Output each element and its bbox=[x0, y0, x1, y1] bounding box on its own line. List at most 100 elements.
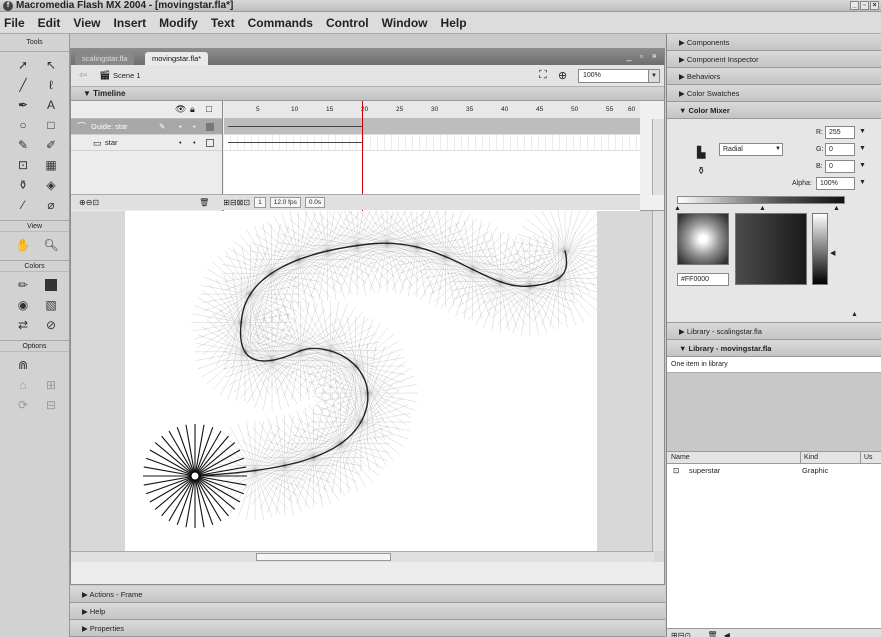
stage-hscroll[interactable] bbox=[71, 551, 654, 562]
col-use[interactable]: Us bbox=[860, 452, 873, 464]
menu-insert[interactable]: Insert bbox=[113, 16, 146, 30]
menu-control[interactable]: Control bbox=[326, 16, 369, 30]
new-symbol-icon[interactable]: ⊞⊟⊙ bbox=[671, 631, 691, 637]
eraser-tool-icon[interactable]: ⌀ bbox=[41, 196, 61, 214]
layer-row-guide[interactable]: ⌒ Guide: star ✎ • • bbox=[71, 119, 222, 135]
alpha-field[interactable]: 100% bbox=[816, 177, 855, 190]
hscroll-thumb[interactable] bbox=[256, 553, 391, 561]
fill-bucket-icon[interactable]: ◉ bbox=[13, 296, 33, 314]
outline-icon[interactable]: □ bbox=[206, 104, 212, 115]
visible-dot-icon[interactable]: • bbox=[179, 135, 182, 151]
oval-tool-icon[interactable]: ○ bbox=[13, 116, 33, 134]
brightness-slider[interactable] bbox=[812, 213, 828, 285]
col-name[interactable]: Name bbox=[671, 452, 690, 464]
slider-pointer-icon[interactable]: ◀ bbox=[830, 249, 835, 257]
eye-icon[interactable]: 👁︎ bbox=[175, 104, 186, 115]
hex-field[interactable]: #FF0000 bbox=[677, 273, 729, 286]
menu-modify[interactable]: Modify bbox=[159, 16, 198, 30]
gradient-stop-icon[interactable]: ▲ bbox=[759, 205, 766, 212]
minimize-icon[interactable]: _ bbox=[850, 1, 859, 10]
menu-edit[interactable]: Edit bbox=[38, 16, 61, 30]
col-kind[interactable]: Kind bbox=[800, 452, 818, 464]
panel-component-inspector[interactable]: ▶ Component Inspector bbox=[667, 51, 881, 68]
trash-icon[interactable]: 🗑︎ bbox=[707, 631, 717, 637]
ink-bottle-tool-icon[interactable]: ⚱ bbox=[13, 176, 33, 194]
menu-help[interactable]: Help bbox=[441, 16, 467, 30]
stroke-color-icon[interactable]: ▙ bbox=[697, 146, 705, 159]
restore-icon[interactable]: ▫ bbox=[860, 1, 869, 10]
gradient-bar[interactable] bbox=[677, 196, 845, 204]
gradient-swatch-icon[interactable]: ▧ bbox=[41, 296, 61, 314]
fill-color-icon[interactable] bbox=[45, 279, 57, 291]
fill-transform-tool-icon[interactable]: ▦ bbox=[41, 156, 61, 174]
red-field[interactable]: 255 bbox=[825, 126, 855, 139]
document-controls[interactable]: _ ▫ × bbox=[627, 51, 660, 61]
star-symbol[interactable] bbox=[143, 424, 247, 528]
library-item[interactable]: ⊡ superstar Graphic bbox=[667, 464, 881, 478]
chevron-down-icon[interactable]: ▼ bbox=[859, 179, 866, 186]
menu-commands[interactable]: Commands bbox=[248, 16, 313, 30]
rectangle-tool-icon[interactable]: □ bbox=[41, 116, 61, 134]
close-icon[interactable]: × bbox=[870, 1, 879, 10]
menu-file[interactable]: File bbox=[4, 16, 25, 30]
chevron-down-icon[interactable]: ▼ bbox=[859, 145, 866, 152]
stroke-color-icon[interactable]: ✏ bbox=[13, 276, 33, 294]
gradient-stop-icon[interactable]: ▲ bbox=[833, 205, 840, 212]
trash-icon[interactable]: 🗑︎ bbox=[199, 198, 209, 207]
arrow-tool-icon[interactable]: ➚ bbox=[13, 56, 33, 74]
frame-rate-field[interactable]: 12.0 fps bbox=[269, 197, 301, 208]
panel-library-scalingstar[interactable]: ▶ Library - scalingstar.fla bbox=[667, 323, 881, 340]
layer-row-star[interactable]: ▭ star • • bbox=[71, 135, 222, 151]
rotate-option-icon[interactable]: ⟳ bbox=[13, 396, 33, 414]
panel-actions-frame[interactable]: ▶ Actions - Frame bbox=[70, 586, 665, 603]
fill-type-select[interactable]: Radial ▼ bbox=[719, 143, 783, 156]
panel-behaviors[interactable]: ▶ Behaviors bbox=[667, 68, 881, 85]
hand-tool-icon[interactable]: ✋ bbox=[13, 236, 33, 254]
distort-option-icon[interactable]: ⊟ bbox=[41, 396, 61, 414]
green-field[interactable]: 0 bbox=[825, 143, 855, 156]
panel-library-movingstar[interactable]: ▼ Library - movingstar.fla bbox=[667, 340, 881, 357]
layer-outline-icon[interactable] bbox=[206, 139, 214, 147]
pen-tool-icon[interactable]: ✒ bbox=[13, 96, 33, 114]
panel-help[interactable]: ▶ Help bbox=[70, 603, 665, 620]
snap-magnet-icon[interactable]: ⋒ bbox=[13, 356, 33, 374]
edit-symbol-icon[interactable]: ⊕ bbox=[558, 69, 567, 82]
stage[interactable] bbox=[125, 211, 615, 551]
onion-skin-icon[interactable]: ⊞⊟⊠⊡ bbox=[223, 198, 250, 207]
blue-field[interactable]: 0 bbox=[825, 160, 855, 173]
panel-components[interactable]: ▶ Components bbox=[667, 34, 881, 51]
gradient-stop-icon[interactable]: ▲ bbox=[674, 205, 681, 212]
panel-properties[interactable]: ▶ Properties bbox=[70, 620, 665, 637]
subselect-tool-icon[interactable]: ↖ bbox=[41, 56, 61, 74]
zoom-tool-icon[interactable]: 🔍︎ bbox=[41, 236, 61, 254]
free-transform-tool-icon[interactable]: ⊡ bbox=[13, 156, 33, 174]
chevron-down-icon[interactable]: ▼ bbox=[859, 128, 866, 135]
menu-view[interactable]: View bbox=[73, 16, 100, 30]
pencil-tool-icon[interactable]: ✎ bbox=[13, 136, 33, 154]
line-tool-icon[interactable]: ╱ bbox=[13, 76, 33, 94]
color-picker-area[interactable] bbox=[735, 213, 807, 285]
tab-scalingstar[interactable]: scalingstar.fla bbox=[75, 52, 135, 65]
timeline-header[interactable]: ▼ Timeline bbox=[71, 87, 664, 101]
layer-color-icon[interactable] bbox=[206, 123, 214, 131]
frame-row-guide[interactable] bbox=[224, 119, 640, 135]
motion-path-artwork[interactable] bbox=[125, 211, 615, 551]
eyedropper-tool-icon[interactable]: ⁄ bbox=[13, 196, 33, 214]
panel-color-mixer-header[interactable]: ▼ Color Mixer bbox=[667, 102, 881, 119]
stage-vscroll[interactable] bbox=[652, 211, 664, 551]
chevron-down-icon[interactable]: ▼ bbox=[859, 162, 866, 169]
tab-movingstar[interactable]: movingstar.fla* bbox=[145, 52, 209, 65]
scroll-left-icon[interactable]: ◀ bbox=[724, 631, 730, 637]
resize-grip-icon[interactable]: ▲ bbox=[851, 311, 858, 318]
zoom-select[interactable]: 100% ▼ bbox=[578, 69, 660, 83]
visible-dot-icon[interactable]: • bbox=[179, 119, 182, 135]
lock-fill-icon[interactable]: ⌂ bbox=[13, 376, 33, 394]
swap-colors-icon[interactable]: ⇄ bbox=[13, 316, 33, 334]
frame-row-star[interactable] bbox=[224, 135, 640, 151]
lock-dot-icon[interactable]: • bbox=[193, 119, 196, 135]
edit-scene-icon[interactable]: ⛶ bbox=[539, 69, 547, 82]
timeline-vscroll[interactable] bbox=[652, 119, 664, 195]
back-arrow-icon[interactable]: ⇦ bbox=[79, 70, 87, 81]
lock-icon[interactable]: 🔒︎ bbox=[190, 104, 195, 115]
paint-bucket-tool-icon[interactable]: ◈ bbox=[41, 176, 61, 194]
